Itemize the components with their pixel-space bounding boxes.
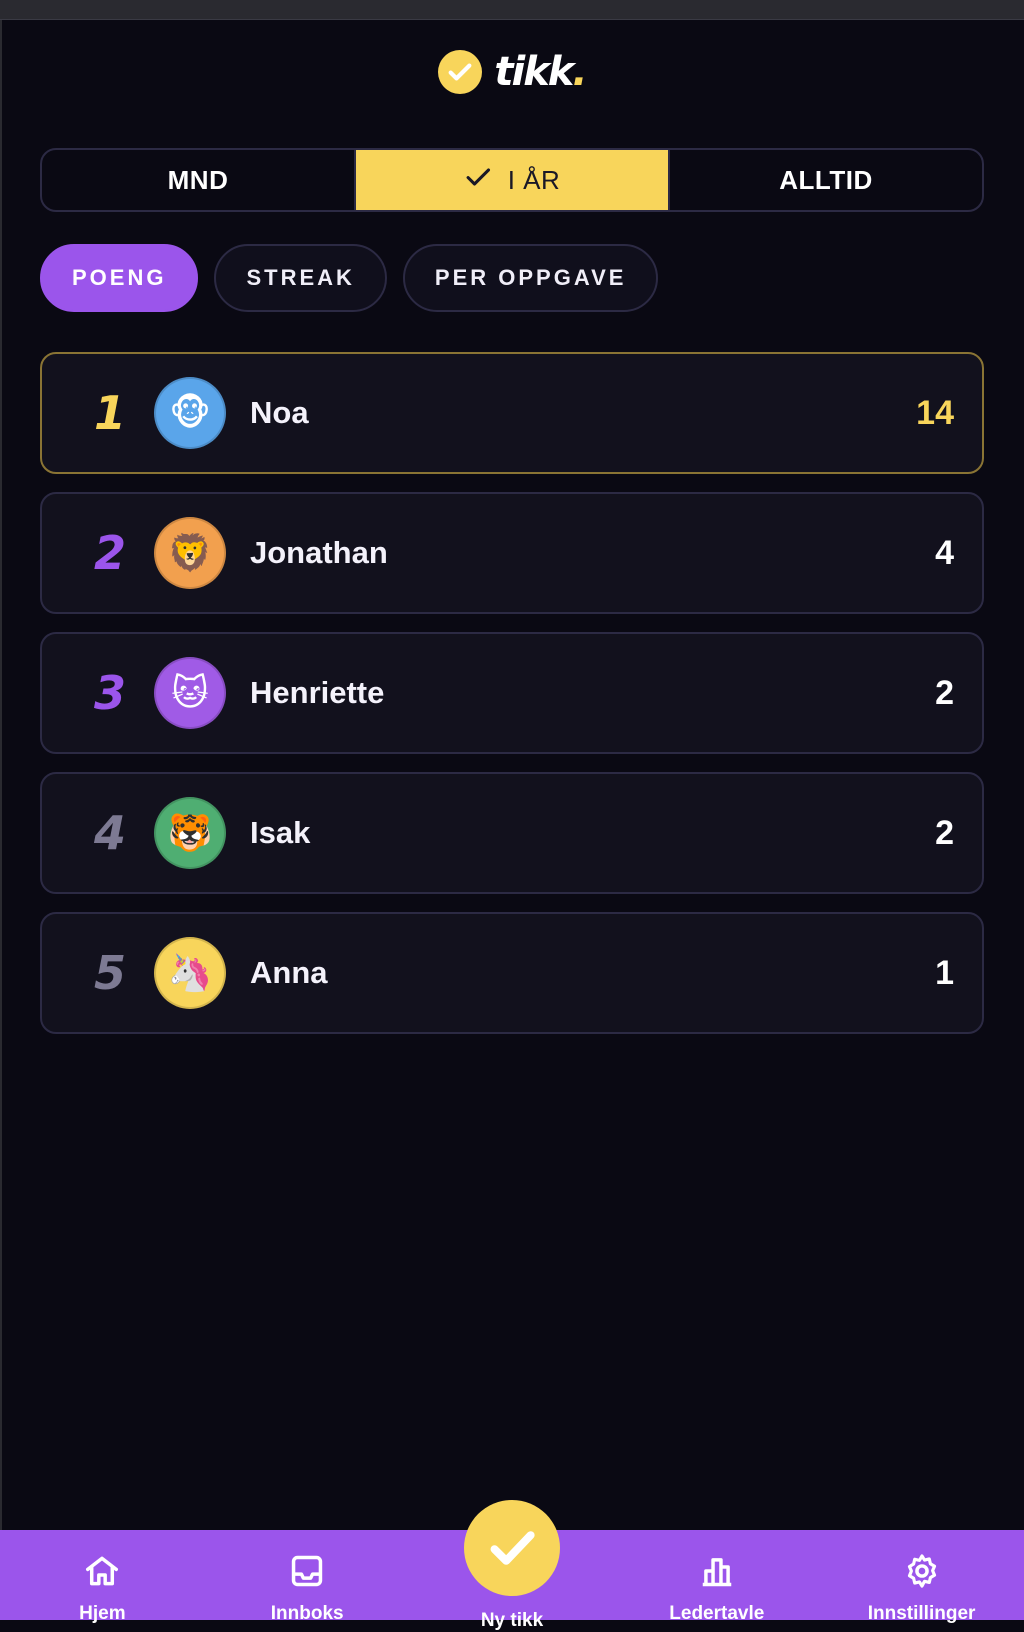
player-score: 14 xyxy=(916,393,954,432)
tab-this-year-label: I ÅR xyxy=(507,164,561,195)
avatar: 🐵 xyxy=(154,377,226,449)
chip-streak[interactable]: STREAK xyxy=(214,244,387,312)
window-top-strip xyxy=(0,0,1024,20)
logo-wordmark: tikk. xyxy=(494,49,587,95)
nav-home-label: Hjem xyxy=(79,1603,126,1624)
nav-home[interactable]: Hjem xyxy=(0,1530,205,1624)
check-icon xyxy=(490,1531,535,1565)
tab-month[interactable]: MND xyxy=(42,150,356,210)
nav-leaderboard-label: Ledertavle xyxy=(669,1603,765,1624)
chip-per-task[interactable]: PER OPPGAVE xyxy=(402,244,659,312)
rank-number: 2 xyxy=(94,526,127,580)
bottom-navigation: Hjem Innboks Ny tikk Ledertavle Innstill… xyxy=(0,1500,1024,1631)
tab-month-label: MND xyxy=(167,164,229,195)
avatar: 🐯 xyxy=(154,797,226,869)
player-score: 2 xyxy=(935,673,954,712)
chip-points[interactable]: POENG xyxy=(40,244,199,312)
gear-icon xyxy=(903,1552,941,1595)
avatar: 🦁 xyxy=(154,517,226,589)
new-tikk-button[interactable] xyxy=(463,1500,560,1596)
player-name: Anna xyxy=(250,955,328,990)
player-name: Isak xyxy=(250,815,311,850)
leaderboard-row[interactable]: 2 🦁 Jonathan 4 xyxy=(40,492,984,614)
category-selector: POENG STREAK PER OPPGAVE xyxy=(40,244,659,312)
nav-leaderboard[interactable]: Ledertavle xyxy=(614,1530,819,1624)
player-name: Noa xyxy=(250,395,309,430)
player-name: Jonathan xyxy=(250,535,388,570)
avatar: 🐱 xyxy=(154,657,226,729)
player-score: 4 xyxy=(935,533,954,572)
leaderboard-list: 1 🐵 Noa 14 2 🦁 Jonathan 4 3 🐱 Henriette … xyxy=(40,352,984,1034)
leaderboard-row[interactable]: 4 🐯 Isak 2 xyxy=(40,772,984,894)
window-frame-edge xyxy=(0,20,2,1620)
inbox-icon xyxy=(288,1552,326,1595)
player-name: Henriette xyxy=(250,675,385,710)
rank-number: 1 xyxy=(94,386,127,440)
player-score: 1 xyxy=(935,953,954,992)
home-icon xyxy=(83,1552,121,1595)
tab-all-time-label: ALLTID xyxy=(779,164,873,195)
leaderboard-row[interactable]: 5 🦄 Anna 1 xyxy=(40,912,984,1034)
logo-check-icon xyxy=(438,50,483,94)
rank-number: 3 xyxy=(94,666,127,720)
leaderboard-row[interactable]: 1 🐵 Noa 14 xyxy=(40,352,984,474)
nav-inbox[interactable]: Innboks xyxy=(205,1530,410,1624)
tab-this-year[interactable]: I ÅR xyxy=(356,150,670,210)
nav-settings-label: Innstillinger xyxy=(867,1603,976,1624)
nav-settings[interactable]: Innstillinger xyxy=(819,1530,1024,1624)
rank-number: 4 xyxy=(94,806,127,860)
avatar: 🦄 xyxy=(154,937,226,1009)
nav-inbox-label: Innboks xyxy=(270,1603,344,1624)
player-score: 2 xyxy=(935,813,954,852)
nav-new-label: Ny tikk xyxy=(480,1610,544,1631)
app-header: tikk. xyxy=(0,44,1024,100)
period-selector: MND I ÅR ALLTID xyxy=(40,148,984,212)
leaderboard-row[interactable]: 3 🐱 Henriette 2 xyxy=(40,632,984,754)
leaderboard-icon xyxy=(698,1552,736,1595)
tab-all-time[interactable]: ALLTID xyxy=(670,150,982,210)
check-icon xyxy=(464,163,492,198)
nav-new: Ny tikk xyxy=(410,1500,615,1631)
rank-number: 5 xyxy=(94,946,127,1000)
